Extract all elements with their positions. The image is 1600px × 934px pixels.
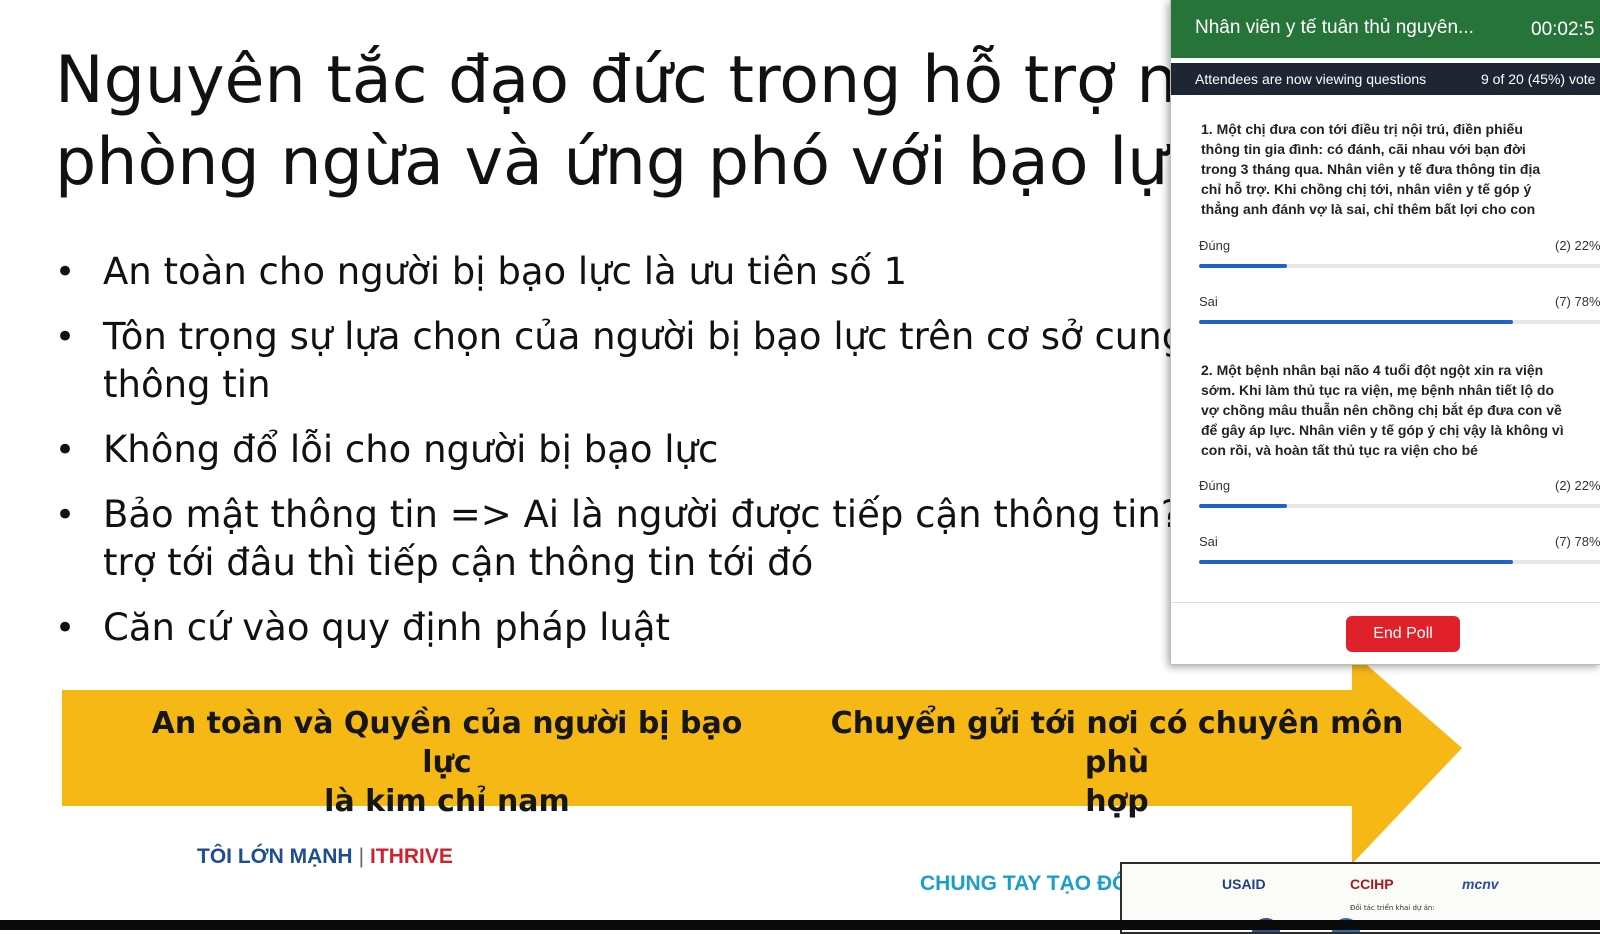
poll-title: Nhân viên y tế tuân thủ nguyên... [1195, 17, 1474, 38]
arrow-right-line: Chuyển gửi tới nơi có chuyên môn phù [830, 706, 1404, 780]
end-poll-button[interactable]: End Poll [1346, 616, 1460, 652]
question-line: 2. Một bệnh nhân bại não 4 tuổi đột ngột… [1201, 362, 1544, 378]
question-line: vợ chồng mâu thuẫn nên chồng chị bắt ép … [1201, 402, 1562, 418]
arrow-right-text: Chuyển gửi tới nơi có chuyên môn phù hợp [822, 704, 1412, 821]
arrow-left-line: là kim chỉ nam [324, 784, 570, 819]
option-progress-fill [1199, 560, 1513, 564]
footer-brand: TÔI LỚN MẠNH | ITHRIVE [197, 845, 453, 869]
guideline-arrow: An toàn và Quyền của người bị bạo lực là… [62, 652, 1482, 864]
question-line: trong 3 tháng qua. Nhân viên y tế đưa th… [1201, 161, 1541, 177]
question-line: thông tin gia đình: có đánh, cãi nhau vớ… [1201, 141, 1526, 157]
poll-vote-count: 9 of 20 (45%) vote [1481, 71, 1596, 87]
poll-status-bar: Attendees are now viewing questions 9 of… [1171, 63, 1600, 95]
usaid-logo: USAID [1222, 876, 1266, 892]
question-line: con rồi, và hoàn tất thủ tục ra viện cho… [1201, 442, 1478, 458]
bullet-dot-icon: • [55, 608, 76, 648]
bullet-dot-icon: • [55, 430, 76, 470]
arrow-left-line: An toàn và Quyền của người bị bạo lực [151, 706, 743, 780]
option-progress-fill [1199, 320, 1513, 324]
option-count: (7) 78% [1555, 534, 1600, 549]
poll-divider [1171, 602, 1600, 603]
mcnv-logo: mcnv [1462, 876, 1499, 892]
poll-question-1: 1. Một chị đưa con tới điều trị nội trú,… [1201, 119, 1600, 219]
bullet-dot-icon: • [55, 317, 76, 357]
poll-timer: 00:02:5 [1531, 19, 1595, 40]
poll-panel: Nhân viên y tế tuân thủ nguyên... 00:02:… [1170, 0, 1600, 665]
option-progress-bar [1199, 504, 1600, 508]
footer-tagline: CHUNG TAY TẠO ĐỔ [920, 872, 1129, 895]
poll-header: Nhân viên y tế tuân thủ nguyên... 00:02:… [1171, 0, 1600, 58]
brand-separator: | [358, 845, 365, 868]
question-line: sớm. Khi làm thủ tục ra viện, mẹ bệnh nh… [1201, 382, 1554, 398]
brand-ithrive: ITHRIVE [370, 845, 453, 868]
question-line: thẳng anh đánh vợ là sai, chỉ thêm bất l… [1201, 201, 1536, 217]
option-progress-bar [1199, 320, 1600, 324]
poll-status-text: Attendees are now viewing questions [1195, 71, 1427, 87]
option-count: (2) 22% [1555, 478, 1600, 493]
bullet-dot-icon: • [55, 252, 76, 292]
bullet-dot-icon: • [55, 495, 76, 535]
option-progress-bar [1199, 264, 1600, 268]
option-count: (2) 22% [1555, 238, 1600, 253]
question-line: 1. Một chị đưa con tới điều trị nội trú,… [1201, 121, 1523, 137]
option-count: (7) 78% [1555, 294, 1600, 309]
poll-question-2: 2. Một bệnh nhân bại não 4 tuổi đột ngột… [1201, 360, 1600, 460]
screen-bottom-bar [0, 920, 1600, 930]
question-line: chỉ hỗ trợ. Khi chồng chị tới, nhân viên… [1201, 181, 1532, 197]
option-label: Đúng [1199, 238, 1231, 253]
option-progress-fill [1199, 264, 1288, 268]
arrow-left-text: An toàn và Quyền của người bị bạo lực là… [147, 704, 747, 821]
option-label: Đúng [1199, 478, 1231, 493]
option-progress-bar [1199, 560, 1600, 564]
ccihp-logo: CCIHP [1350, 876, 1394, 892]
question-line: để gây áp lực. Nhân viên y tế góp ý chị … [1201, 422, 1564, 438]
option-progress-fill [1199, 504, 1288, 508]
option-label: Sai [1199, 294, 1218, 309]
partner-caption: Đối tác triển khai dự án: [1350, 904, 1435, 912]
arrow-right-line: hợp [1085, 784, 1149, 819]
option-label: Sai [1199, 534, 1218, 549]
brand-toi-lon-manh: TÔI LỚN MẠNH [197, 845, 353, 868]
